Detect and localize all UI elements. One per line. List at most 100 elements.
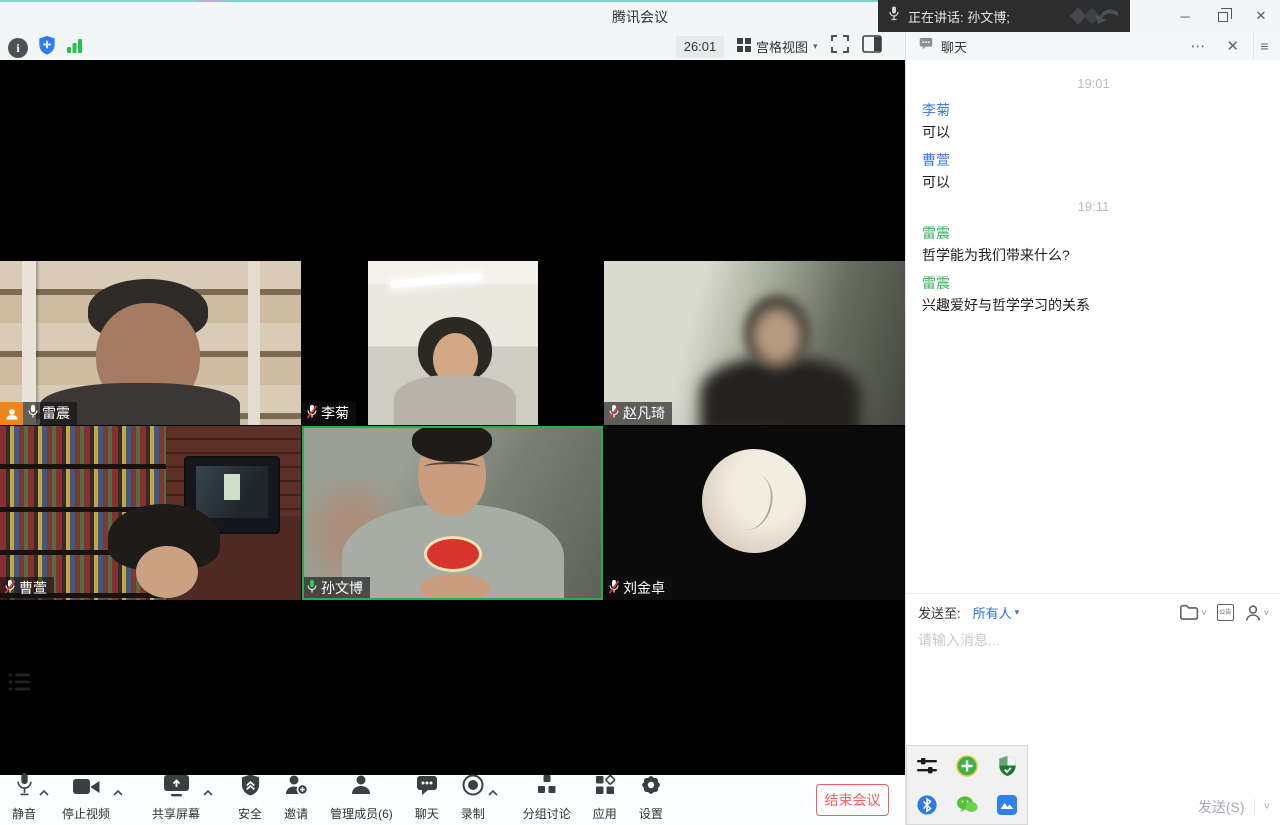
panel-menu-icon[interactable]: ≡: [1253, 32, 1275, 60]
minimize-button[interactable]: ─: [1166, 0, 1204, 32]
settings-button[interactable]: 设置: [639, 778, 663, 822]
chat-more-icon[interactable]: ⋯: [1183, 37, 1212, 55]
invite-button[interactable]: 邀请: [284, 778, 308, 822]
nameplate: 雷震: [0, 402, 77, 425]
chat-sender-name[interactable]: 雷震: [922, 272, 1265, 294]
grid-view-icon: [737, 38, 751, 55]
nameplate: 曹萱: [0, 577, 54, 600]
mic-muted-icon: [306, 404, 318, 423]
nameplate: 刘金卓: [604, 577, 672, 600]
mic-muted-icon: [608, 404, 620, 423]
send-options-chevron[interactable]: ˅: [1264, 801, 1270, 813]
camera-icon: [72, 777, 101, 802]
fullscreen-icon[interactable]: [831, 35, 849, 58]
chat-message-text: 兴趣爱好与哲学学习的关系: [922, 294, 1265, 316]
send-to-label: 发送至:: [918, 603, 961, 622]
chat-composer: 发送至: 所有人 ▾ ˅ 公告 ˅: [906, 593, 1280, 650]
send-file-button[interactable]: ˅: [1179, 604, 1206, 621]
antivirus-icon[interactable]: [956, 755, 978, 777]
network-signal-icon[interactable]: [66, 37, 83, 59]
share-options-chevron[interactable]: [200, 784, 216, 802]
top-edge-strip: [0, 0, 878, 2]
participant-name: 赵凡琦: [623, 403, 665, 423]
mic-muted-icon: [4, 579, 16, 598]
chat-sender-name[interactable]: 李菊: [922, 99, 1265, 121]
chat-bubble-icon: [918, 36, 934, 56]
send-button[interactable]: 发送(S): [1198, 797, 1245, 817]
breakout-rooms-button[interactable]: 分组讨论: [523, 778, 571, 822]
window-titlebar: 腾讯会议 正在讲话: 孙文博; ─ ✕: [0, 0, 1280, 32]
mute-button[interactable]: 静音: [12, 778, 36, 822]
chat-sender-name[interactable]: 雷震: [922, 222, 1265, 244]
meeting-info-bar: i 26:01 宫格视图 ▾: [0, 32, 905, 60]
meeting-control-toolbar: 静音 停止视频 共享屏幕 安: [0, 775, 905, 825]
video-options-chevron[interactable]: [110, 784, 126, 802]
chevron-down-icon: ˅: [1201, 608, 1206, 618]
chat-title: 聊天: [941, 37, 967, 56]
chat-message-list[interactable]: 19:01 李菊 可以 曹萱 可以 19:11 雷震 哲学能为我们带来什么? 雷…: [906, 60, 1280, 593]
restore-icon: [1218, 12, 1228, 22]
share-screen-button[interactable]: 共享屏幕: [152, 778, 200, 822]
wechat-icon[interactable]: [956, 794, 978, 816]
video-tile-liju[interactable]: 李菊: [302, 261, 603, 425]
record-button[interactable]: 录制: [461, 778, 485, 822]
announcement-button[interactable]: 公告: [1217, 604, 1234, 621]
end-meeting-button[interactable]: 结束会议: [816, 784, 889, 816]
record-options-chevron[interactable]: [485, 784, 501, 802]
meeting-app-icon[interactable]: [996, 794, 1018, 816]
sliders-icon[interactable]: [916, 755, 938, 777]
private-chat-button[interactable]: ˅: [1244, 604, 1269, 622]
side-panel-toggle-icon[interactable]: [862, 35, 882, 58]
chat-button[interactable]: 聊天: [415, 778, 439, 822]
mute-options-chevron[interactable]: [36, 784, 52, 802]
view-mode-dropdown[interactable]: 宫格视图 ▾: [737, 37, 818, 56]
invite-person-icon: [284, 773, 308, 802]
security-button[interactable]: 安全: [238, 778, 262, 822]
close-button[interactable]: ✕: [1242, 0, 1280, 32]
speaking-banner-text: 正在讲话: 孙文博;: [908, 7, 1010, 26]
host-badge-icon: [0, 402, 23, 425]
window-controls: ─ ✕: [1166, 0, 1280, 32]
video-tile-caoxuan[interactable]: 曹萱: [0, 426, 301, 600]
speaking-indicator-banner: 正在讲话: 孙文博;: [878, 0, 1130, 32]
mic-on-icon: [27, 404, 39, 423]
gear-icon: [639, 773, 663, 802]
chat-message-input[interactable]: [918, 632, 1269, 648]
video-tile-sunwenbo-speaking[interactable]: 孙文博: [302, 426, 603, 600]
record-icon: [461, 773, 485, 802]
chat-timestamp: 19:11: [922, 199, 1265, 214]
manage-members-button[interactable]: 管理成员(6): [330, 778, 393, 822]
stop-video-button[interactable]: 停止视频: [62, 778, 110, 822]
chat-sender-name[interactable]: 曹萱: [922, 149, 1265, 171]
chevron-down-icon: ▾: [813, 41, 818, 52]
meeting-info-icon[interactable]: i: [8, 38, 28, 58]
defender-shield-icon[interactable]: [996, 755, 1018, 777]
breakout-squares-icon: [535, 773, 559, 802]
mic-muted-icon: [608, 579, 620, 598]
video-tile-zhaofanqi[interactable]: 赵凡琦: [604, 261, 905, 425]
video-tile-liujinzhuo[interactable]: 刘金卓: [604, 426, 905, 600]
chat-message-text: 可以: [922, 171, 1265, 193]
restore-button[interactable]: [1204, 0, 1242, 32]
participant-name: 雷震: [42, 403, 70, 423]
send-to-dropdown[interactable]: 所有人 ▾: [973, 603, 1020, 622]
participant-name: 李菊: [321, 403, 349, 423]
mic-icon: [15, 772, 34, 802]
announcement-icon: 公告: [1217, 604, 1234, 621]
member-list-icon[interactable]: [8, 672, 32, 697]
shield-icon: [240, 773, 261, 802]
nameplate: 赵凡琦: [604, 402, 672, 425]
bluetooth-icon[interactable]: [916, 794, 938, 816]
nameplate: 李菊: [302, 402, 356, 425]
recorder-overlay-icon: [1066, 4, 1122, 33]
chat-panel: 聊天 ⋯ ✕ ≡ 19:01 李菊 可以 曹萱 可以 19:11 雷震 哲学能为…: [905, 32, 1280, 825]
participant-name: 刘金卓: [623, 578, 665, 598]
mic-speaking-icon: [306, 579, 318, 598]
meeting-timer: 26:01: [676, 36, 724, 58]
chevron-down-icon: ▾: [1015, 607, 1020, 618]
chat-close-icon[interactable]: ✕: [1219, 37, 1246, 55]
video-tile-leizhen[interactable]: 雷震: [0, 261, 301, 425]
apps-button[interactable]: 应用: [593, 778, 617, 822]
encryption-shield-icon[interactable]: [37, 35, 57, 61]
nameplate: 孙文博: [302, 577, 370, 600]
